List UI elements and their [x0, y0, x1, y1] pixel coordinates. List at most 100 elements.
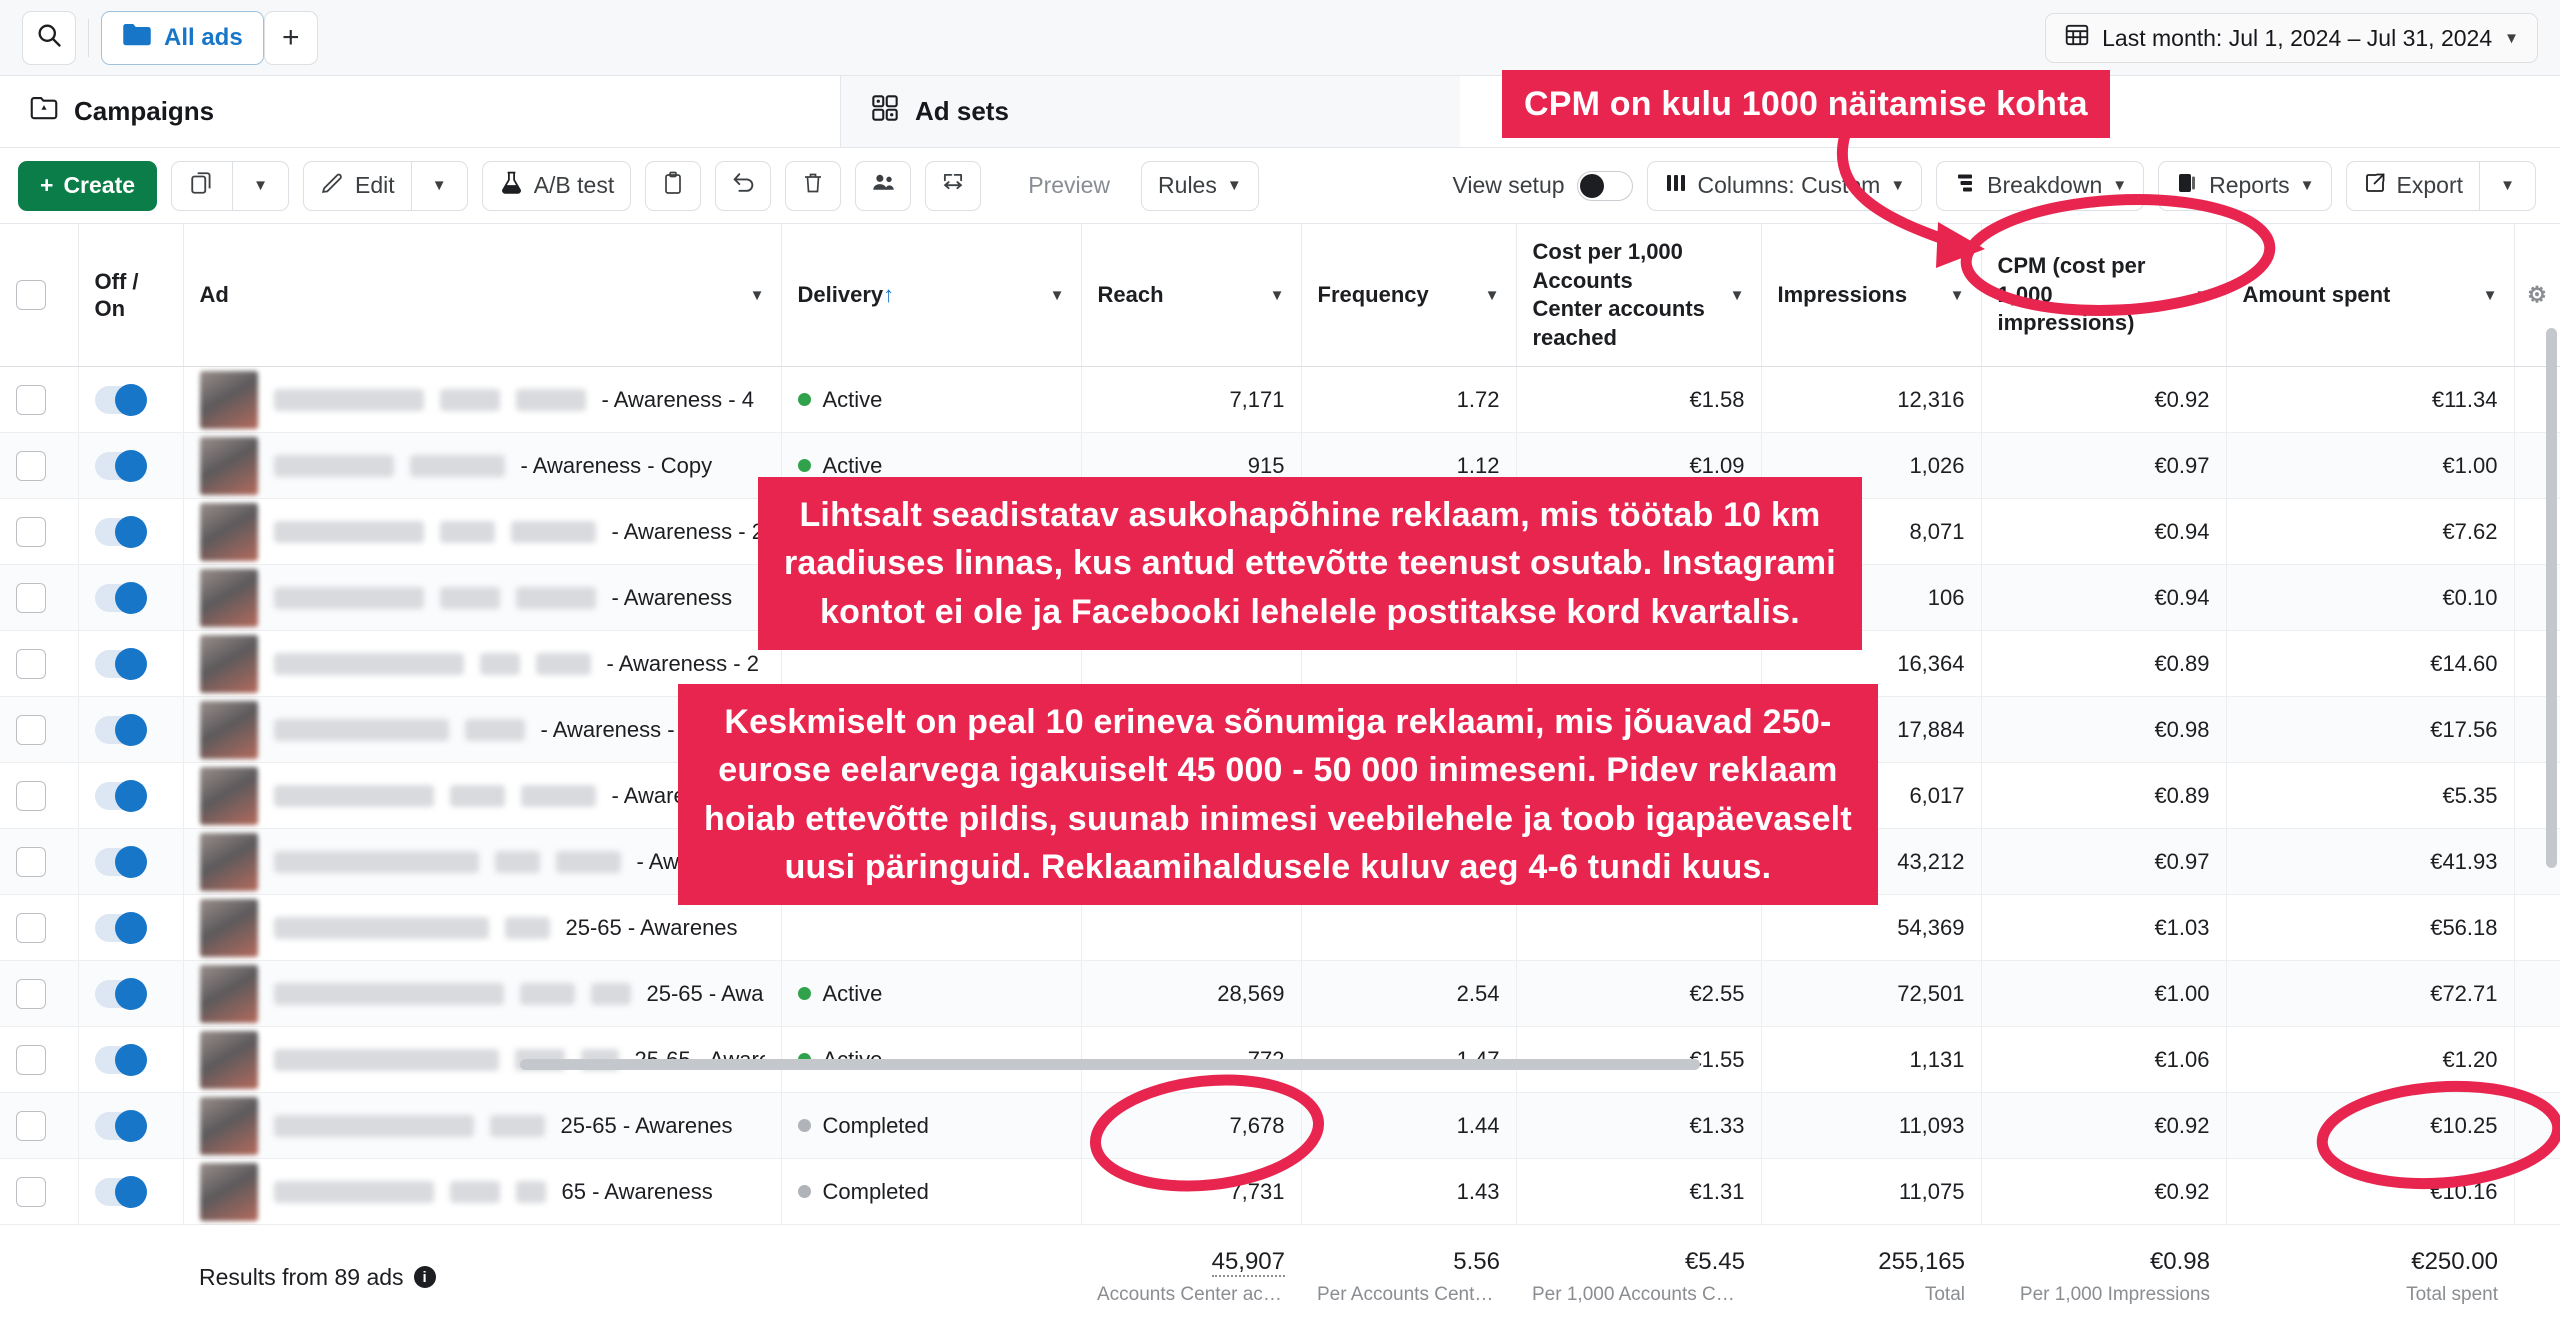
row-checkbox[interactable]	[16, 384, 46, 415]
rules-button[interactable]: Rules ▼	[1141, 160, 1259, 211]
row-checkbox[interactable]	[16, 582, 46, 613]
header-select-all[interactable]	[0, 224, 79, 368]
chevron-down-icon[interactable]: ▼	[1270, 287, 1285, 304]
create-button[interactable]: + Create	[18, 160, 158, 211]
row-checkbox[interactable]	[16, 516, 46, 547]
on-off-toggle[interactable]	[94, 449, 147, 482]
row-toggle-cell[interactable]	[78, 762, 184, 830]
on-off-toggle[interactable]	[94, 647, 147, 680]
row-checkbox-cell[interactable]	[0, 960, 79, 1028]
row-checkbox-cell[interactable]	[0, 564, 79, 632]
table-row[interactable]: 25-65 - Awarenes… Active 28,5692.54€2.5572…	[0, 960, 2560, 1028]
row-ad-cell[interactable]: 25-65 - Awarenes	[183, 1092, 782, 1160]
clipboard-button[interactable]	[645, 160, 702, 211]
row-checkbox-cell[interactable]	[0, 894, 79, 962]
on-off-toggle[interactable]	[94, 581, 147, 614]
row-checkbox[interactable]	[16, 1044, 46, 1075]
row-checkbox[interactable]	[16, 912, 46, 943]
row-checkbox[interactable]	[16, 648, 46, 679]
row-checkbox-cell[interactable]	[0, 696, 79, 764]
delete-button[interactable]	[785, 160, 842, 211]
on-off-toggle[interactable]	[94, 911, 147, 944]
row-toggle-cell[interactable]	[78, 498, 184, 566]
chevron-down-icon[interactable]: ▼	[1485, 287, 1500, 304]
info-icon[interactable]: i	[413, 1266, 436, 1289]
chevron-down-icon[interactable]: ▼	[2483, 287, 2498, 304]
on-off-toggle[interactable]	[94, 1109, 147, 1142]
search-button[interactable]	[22, 10, 76, 65]
table-row[interactable]: 65 - Awareness Completed 7,731 1.43 €1.31 11,…	[0, 1158, 2560, 1226]
row-ad-cell[interactable]: 65 - Awareness	[183, 1158, 782, 1226]
row-checkbox-cell[interactable]	[0, 432, 79, 500]
reports-button[interactable]: Reports ▼	[2158, 160, 2332, 211]
row-toggle-cell[interactable]	[78, 1158, 184, 1226]
chevron-down-icon[interactable]: ▼	[1050, 287, 1065, 304]
edit-button[interactable]: Edit	[303, 160, 412, 211]
table-row[interactable]: - Awareness - 4 Active 7,171 1.72 €1.58 12,31…	[0, 366, 2560, 434]
row-checkbox-cell[interactable]	[0, 498, 79, 566]
row-checkbox[interactable]	[16, 714, 46, 745]
expand-button[interactable]	[925, 160, 982, 211]
row-checkbox-cell[interactable]	[0, 1158, 79, 1226]
row-toggle-cell[interactable]	[78, 1092, 184, 1160]
row-checkbox-cell[interactable]	[0, 366, 79, 434]
header-cost-per-1000-accounts[interactable]: Cost per 1,000 Accounts Center accounts …	[1516, 224, 1762, 368]
row-ad-cell[interactable]: - Awareness	[183, 564, 782, 632]
all-ads-chip[interactable]: All ads	[101, 10, 264, 65]
audience-button[interactable]	[855, 160, 912, 211]
row-toggle-cell[interactable]	[78, 960, 184, 1028]
vertical-scrollbar[interactable]	[2546, 328, 2557, 868]
add-tab-button[interactable]: +	[263, 10, 318, 65]
row-checkbox[interactable]	[16, 780, 46, 811]
row-ad-cell[interactable]: - Awareness - 2	[183, 498, 782, 566]
duplicate-button[interactable]	[171, 160, 234, 211]
row-checkbox-cell[interactable]	[0, 1026, 79, 1094]
header-delivery[interactable]: Delivery↑ ▼	[781, 224, 1082, 368]
on-off-toggle[interactable]	[94, 779, 147, 812]
ab-test-button[interactable]: A/B test	[481, 160, 632, 211]
header-amount-spent[interactable]: Amount spent ▼	[2226, 224, 2515, 368]
columns-button[interactable]: Columns: Custom ▼	[1646, 160, 1923, 211]
view-setup-switch[interactable]	[1576, 170, 1633, 201]
row-ad-cell[interactable]: - Awareness - 4	[183, 366, 782, 434]
on-off-toggle[interactable]	[94, 1043, 147, 1076]
table-row[interactable]: 25-65 - Awarenes Completed 7,678 1.44 €1.33 1…	[0, 1092, 2560, 1160]
date-range-picker[interactable]: Last month: Jul 1, 2024 – Jul 31, 2024 ▼	[2045, 13, 2538, 63]
view-setup-toggle[interactable]: View setup	[1452, 170, 1633, 201]
chevron-down-icon[interactable]: ▼	[2195, 287, 2210, 304]
on-off-toggle[interactable]	[94, 515, 147, 548]
on-off-toggle[interactable]	[94, 383, 147, 416]
header-cpm[interactable]: CPM (cost per 1,000 impressions) ▼	[1981, 224, 2227, 368]
horizontal-scrollbar[interactable]	[520, 1059, 1700, 1070]
row-checkbox-cell[interactable]	[0, 630, 79, 698]
row-toggle-cell[interactable]	[78, 696, 184, 764]
header-frequency[interactable]: Frequency ▼	[1301, 224, 1517, 368]
row-toggle-cell[interactable]	[78, 564, 184, 632]
row-toggle-cell[interactable]	[78, 366, 184, 434]
export-button[interactable]: Export	[2345, 160, 2480, 211]
edit-dropdown[interactable]: ▼	[411, 160, 468, 211]
chevron-down-icon[interactable]: ▼	[750, 287, 765, 304]
row-checkbox-cell[interactable]	[0, 762, 79, 830]
row-toggle-cell[interactable]	[78, 894, 184, 962]
settings-gear-icon[interactable]: ⚙	[2527, 282, 2547, 307]
undo-button[interactable]	[715, 160, 772, 211]
tab-campaigns[interactable]: Campaigns	[0, 76, 840, 147]
export-dropdown[interactable]: ▼	[2480, 160, 2536, 211]
row-ad-cell[interactable]: 25-65 - Awarenes…	[183, 960, 782, 1028]
row-checkbox[interactable]	[16, 1176, 46, 1207]
row-toggle-cell[interactable]	[78, 432, 184, 500]
row-toggle-cell[interactable]	[78, 1026, 184, 1094]
row-checkbox[interactable]	[16, 450, 46, 481]
row-ad-cell[interactable]: - Awareness - Copy	[183, 432, 782, 500]
select-all-checkbox[interactable]	[16, 280, 46, 311]
header-impressions[interactable]: Impressions ▼	[1761, 224, 1982, 368]
row-checkbox[interactable]	[16, 978, 46, 1009]
row-checkbox-cell[interactable]	[0, 828, 79, 896]
chevron-down-icon[interactable]: ▼	[1730, 287, 1745, 304]
chevron-down-icon[interactable]: ▼	[1950, 287, 1965, 304]
preview-button[interactable]: Preview	[1011, 160, 1128, 211]
header-reach[interactable]: Reach ▼	[1081, 224, 1302, 368]
on-off-toggle[interactable]	[94, 713, 147, 746]
duplicate-dropdown[interactable]: ▼	[233, 160, 290, 211]
